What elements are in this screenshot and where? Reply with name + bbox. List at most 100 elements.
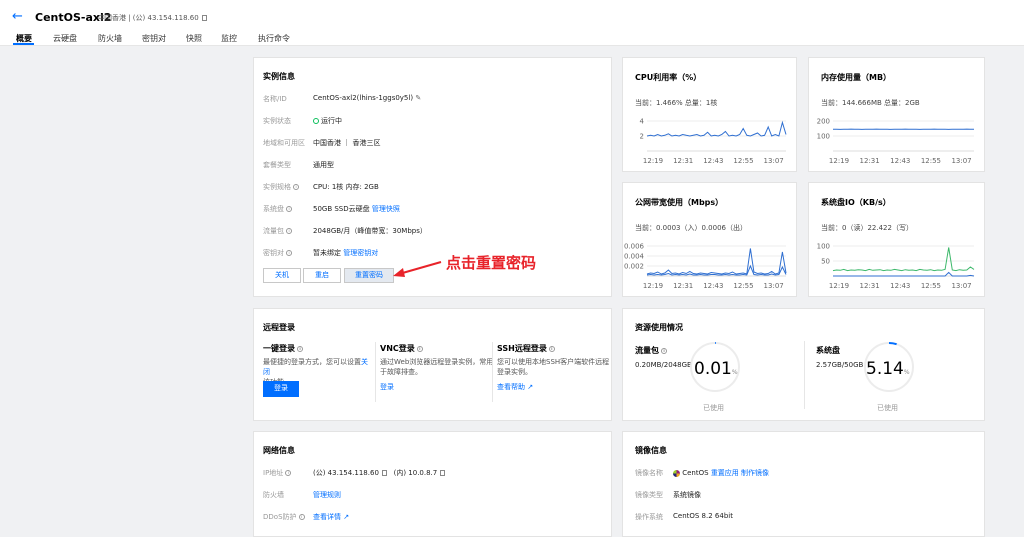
tab-monitor[interactable]: 监控 xyxy=(221,33,237,44)
os-label: 操作系统 xyxy=(635,513,663,521)
oneclick-login-button[interactable]: 登录 xyxy=(263,381,299,397)
tab-disk[interactable]: 云硬盘 xyxy=(53,33,77,44)
sysdisk-usage-label: 系统盘 xyxy=(816,346,840,355)
y-tick-label: 0.002 xyxy=(624,263,644,271)
oneclick-title-text: 一键登录 xyxy=(263,344,295,353)
keypair-text: 暂未绑定 xyxy=(313,249,341,257)
traffic-percent-unit: % xyxy=(731,369,738,376)
restart-button[interactable]: 重启 xyxy=(303,268,341,283)
info-icon[interactable]: i xyxy=(286,250,292,256)
traffic-pack-usage: 0.20MB/2048GB xyxy=(635,361,692,369)
traffic-pack-label: 流量包 i xyxy=(635,345,667,356)
info-icon[interactable]: i xyxy=(661,347,667,354)
x-tick-label: 12:31 xyxy=(860,282,880,290)
sysdisk-value: 50GB SSD云硬盘 管理快照 xyxy=(313,204,400,214)
traffic-percent: 0.01% xyxy=(694,359,738,379)
cpu-chart: 2 4 12:19 12:31 12:43 12:55 13:07 xyxy=(640,118,787,165)
remote-login-title: 远程登录 xyxy=(263,323,295,332)
tab-keypair[interactable]: 密钥对 xyxy=(142,33,166,44)
copy-icon[interactable] xyxy=(440,470,446,476)
ssh-desc-text: 您可以使用本地SSH客户端软件远程 xyxy=(497,358,610,366)
x-tick-label: 12:43 xyxy=(703,157,723,165)
row-label-region: 地域和可用区 xyxy=(263,139,305,147)
x-tick-label: 12:31 xyxy=(673,157,693,165)
info-icon[interactable]: i xyxy=(416,345,423,352)
info-icon[interactable]: i xyxy=(286,228,292,234)
diskio-title: 系统盘IO（KB/s） xyxy=(821,198,891,207)
ip-values: (公) 43.154.118.60 (内) 10.0.8.7 xyxy=(313,468,446,478)
row-label-spec: 实例规格 i xyxy=(263,182,299,192)
ddos-details-text[interactable]: 查看详情 xyxy=(313,513,341,521)
image-type-value: 系统镜像 xyxy=(673,491,701,499)
edit-icon[interactable]: ✎ xyxy=(415,94,421,102)
os-value: CentOS 8.2 64bit xyxy=(673,512,733,520)
info-icon[interactable]: i xyxy=(286,206,292,212)
ip-label-text: IP地址 xyxy=(263,469,284,477)
network-card: 网络信息 IP地址 i (公) 43.154.118.60 (内) 10.0.8.… xyxy=(253,431,612,537)
x-tick-label: 13:07 xyxy=(764,157,784,165)
info-icon[interactable]: i xyxy=(293,184,299,190)
y-tick-label: 200 xyxy=(817,118,830,126)
traffic-percent-value: 0.01 xyxy=(694,359,732,379)
copy-icon[interactable] xyxy=(201,15,207,21)
divider xyxy=(804,341,805,409)
oneclick-title: 一键登录 i xyxy=(263,343,303,354)
row-label-plan: 套餐类型 xyxy=(263,161,291,169)
x-tick-label: 12:55 xyxy=(921,282,941,290)
info-icon[interactable]: i xyxy=(297,345,303,352)
external-link-icon[interactable]: ↗ xyxy=(343,513,349,521)
make-image-link[interactable]: 制作镜像 xyxy=(741,469,769,477)
oneclick-desc-text: 最便捷的登录方式，您可以设置 xyxy=(263,358,361,366)
arrow-left-icon[interactable]: ← xyxy=(12,9,23,24)
ddos-details-link[interactable]: 查看详情 ↗ xyxy=(313,512,349,522)
sysdisk-percent-unit: % xyxy=(903,369,910,376)
annotation-arrow xyxy=(393,261,442,277)
series-line-0 xyxy=(646,120,787,137)
row-label-sysdisk: 系统盘 i xyxy=(263,204,292,214)
remote-login-card: 远程登录 一键登录i 最便捷的登录方式，您可以设置关闭该功能。 登录 VNC登录… xyxy=(253,308,612,421)
instance-id-text: CentOS-axl2(lhins-1ggs0y5l) xyxy=(313,94,414,102)
ssh-help-text[interactable]: 查看帮助 xyxy=(497,383,525,391)
sysdisk-percent-value: 5.14 xyxy=(866,359,904,379)
instance-info-title: 实例信息 xyxy=(263,72,295,81)
cpu-title: CPU利用率（%） xyxy=(635,73,702,82)
x-tick-label: 12:43 xyxy=(890,282,910,290)
ddos-label: DDoS防护 i xyxy=(263,512,305,522)
image-name-text: CentOS xyxy=(682,469,709,477)
tab-command[interactable]: 执行命令 xyxy=(258,33,290,44)
status-value: 运行中 xyxy=(313,116,342,126)
memory-card: 内存使用量（MB） 当前：144.666MB 总量：2GB 100 200 12:1… xyxy=(808,57,985,172)
tab-snapshot[interactable]: 快照 xyxy=(186,33,202,44)
active-tab-indicator xyxy=(13,43,34,45)
ssh-help-link[interactable]: 查看帮助 ↗ xyxy=(497,382,533,392)
y-tick-label: 0.004 xyxy=(624,253,645,261)
status-text: 运行中 xyxy=(321,117,342,125)
keypair-value: 暂未绑定 管理密钥对 xyxy=(313,248,378,258)
diskio-current: 当前：0（读）22.422（写） xyxy=(821,224,913,232)
copy-icon[interactable] xyxy=(381,470,387,476)
plan-value: 通用型 xyxy=(313,161,334,169)
shutdown-button[interactable]: 关机 xyxy=(263,268,301,283)
info-icon[interactable]: i xyxy=(548,345,555,352)
bandwidth-chart: 0.002 0.004 0.006 12:19 12:31 12:43 12:55 13:07 xyxy=(624,243,787,290)
instance-id-value: CentOS-axl2(lhins-1ggs0y5l) ✎ xyxy=(313,94,421,102)
info-icon[interactable]: i xyxy=(285,470,292,476)
tab-firewall[interactable]: 防火墙 xyxy=(98,33,122,44)
traffic-used-caption: 已使用 xyxy=(703,404,724,412)
external-link-icon[interactable]: ↗ xyxy=(527,383,533,391)
divider xyxy=(375,342,376,402)
network-title: 网络信息 xyxy=(263,446,295,455)
x-tick-label: 12:55 xyxy=(733,157,753,165)
info-icon[interactable]: i xyxy=(298,514,305,520)
vnc-desc: 通过Web浏览器远程登录实例，常用 于故障排查。 xyxy=(380,357,493,377)
manage-rules-link[interactable]: 管理规则 xyxy=(313,490,341,500)
reset-app-link[interactable]: 重置应用 xyxy=(711,469,739,477)
vnc-login-link[interactable]: 登录 xyxy=(380,382,394,392)
divider xyxy=(492,342,493,402)
y-tick-label: 100 xyxy=(817,133,830,141)
cpu-current: 当前：1.466% 总量：1核 xyxy=(635,99,718,107)
sysdisk-label-text: 系统盘 xyxy=(263,205,284,213)
image-title: 镜像信息 xyxy=(635,446,667,455)
manage-snapshot-link[interactable]: 管理快照 xyxy=(372,205,400,213)
manage-keypair-link[interactable]: 管理密钥对 xyxy=(343,249,378,257)
